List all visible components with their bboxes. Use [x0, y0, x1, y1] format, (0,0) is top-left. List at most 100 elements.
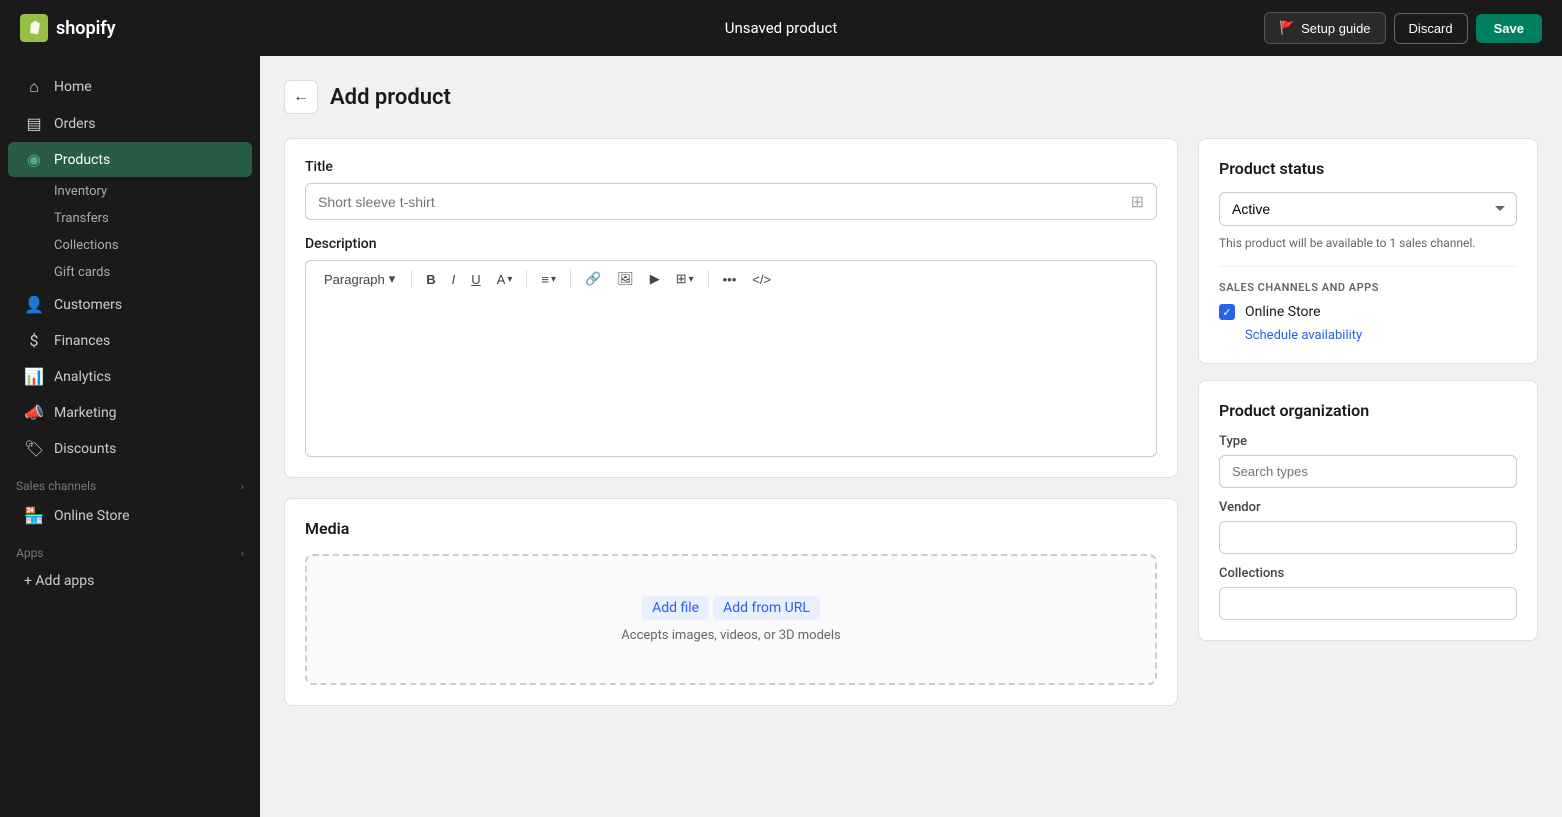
toolbar-sep-4: [708, 270, 709, 288]
sidebar-item-discounts[interactable]: 🏷 Discounts: [8, 431, 252, 466]
logo-text: shopify: [56, 18, 116, 39]
sidebar-item-home[interactable]: ⌂ Home: [8, 69, 252, 105]
product-organization-card: Product organization Type Vendor Collect…: [1198, 380, 1538, 641]
sidebar-item-collections[interactable]: Collections: [8, 232, 252, 259]
sidebar-label-home: Home: [54, 79, 92, 95]
media-dropzone[interactable]: Add file Add from URL Accepts images, vi…: [305, 554, 1157, 685]
topbar: shopify Unsaved product 🚩 Setup guide Di…: [0, 0, 1562, 56]
italic-button[interactable]: I: [446, 268, 462, 291]
online-store-checkbox[interactable]: ✓: [1219, 304, 1235, 320]
title-input-wrapper: ⊞: [305, 183, 1157, 220]
setup-guide-button[interactable]: 🚩 Setup guide: [1264, 12, 1386, 44]
toolbar-sep-1: [411, 270, 412, 288]
product-organization-title: Product organization: [1219, 401, 1517, 420]
description-editor-body[interactable]: [305, 297, 1157, 457]
table-chevron-icon: ▾: [689, 274, 694, 285]
collections-input[interactable]: [1219, 587, 1517, 620]
left-column: Title ⊞ Description Paragraph ▾ B I: [284, 138, 1178, 726]
editor-toolbar: Paragraph ▾ B I U A ▾ ≡: [305, 260, 1157, 297]
sales-channels-section: Sales channels ›: [0, 467, 260, 497]
type-input[interactable]: [1219, 455, 1517, 488]
analytics-icon: 📊: [24, 367, 44, 386]
status-select[interactable]: Active Draft: [1219, 192, 1517, 226]
divider-1: [1219, 266, 1517, 267]
sidebar-label-analytics: Analytics: [54, 369, 111, 385]
sales-channels-label: SALES CHANNELS AND APPS: [1219, 281, 1517, 294]
back-button[interactable]: ←: [284, 80, 318, 114]
dropdown-chevron-icon: ▾: [389, 271, 396, 287]
media-title: Media: [305, 519, 1157, 538]
sidebar-item-analytics[interactable]: 📊 Analytics: [8, 359, 252, 394]
vendor-label: Vendor: [1219, 500, 1517, 515]
sidebar-label-discounts: Discounts: [54, 441, 116, 457]
sidebar-item-orders[interactable]: ▤ Orders: [8, 106, 252, 141]
schedule-availability-link[interactable]: Schedule availability: [1245, 328, 1517, 343]
underline-button[interactable]: U: [465, 268, 486, 291]
discard-button[interactable]: Discard: [1394, 13, 1468, 44]
expand-icon: ⊞: [1131, 192, 1144, 211]
title-label: Title: [305, 159, 1157, 175]
toolbar-sep-2: [526, 270, 527, 288]
sidebar-item-transfers[interactable]: Transfers: [8, 205, 252, 232]
sidebar-label-online-store: Online Store: [54, 508, 130, 524]
sidebar-label-add-apps: + Add apps: [24, 573, 94, 589]
content-grid: Title ⊞ Description Paragraph ▾ B I: [284, 138, 1538, 726]
sidebar-item-add-apps[interactable]: + Add apps: [8, 565, 252, 597]
image-button[interactable]: 🖼: [611, 267, 640, 291]
text-color-button[interactable]: A ▾: [491, 268, 519, 291]
type-label: Type: [1219, 434, 1517, 449]
channel-row-online-store: ✓ Online Store: [1219, 304, 1517, 320]
page-title: Add product: [330, 85, 451, 110]
customers-icon: 👤: [24, 295, 44, 314]
sidebar-item-finances[interactable]: $ Finances: [8, 323, 252, 358]
home-icon: ⌂: [24, 77, 44, 97]
sidebar-item-customers[interactable]: 👤 Customers: [8, 287, 252, 322]
topbar-actions: 🚩 Setup guide Discard Save: [1264, 12, 1542, 44]
channel-name: Online Store: [1245, 304, 1321, 320]
page-unsaved-title: Unsaved product: [725, 19, 838, 37]
sidebar-item-marketing[interactable]: 📣 Marketing: [8, 395, 252, 430]
media-accepts-text: Accepts images, videos, or 3D models: [327, 628, 1135, 643]
link-button[interactable]: 🔗: [579, 267, 607, 291]
sidebar-item-products[interactable]: ◉ Products: [8, 142, 252, 177]
align-chevron-icon: ▾: [551, 274, 556, 285]
description-label: Description: [305, 236, 1157, 252]
apps-chevron-icon: ›: [241, 547, 244, 560]
vendor-input[interactable]: [1219, 521, 1517, 554]
title-input[interactable]: [318, 194, 1131, 210]
align-button[interactable]: ≡ ▾: [535, 268, 562, 291]
online-store-icon: 🏪: [24, 506, 44, 525]
table-button[interactable]: ⊞ ▾: [670, 267, 700, 291]
collections-label: Collections: [1219, 566, 1517, 581]
apps-section: Apps ›: [0, 534, 260, 564]
sidebar-item-online-store[interactable]: 🏪 Online Store: [8, 498, 252, 533]
code-button[interactable]: </>: [746, 268, 777, 291]
products-icon: ◉: [24, 150, 44, 169]
finances-icon: $: [24, 331, 44, 350]
sidebar-label-customers: Customers: [54, 297, 122, 313]
bold-button[interactable]: B: [420, 268, 441, 291]
flag-icon: 🚩: [1279, 20, 1295, 36]
sidebar-item-gift-cards[interactable]: Gift cards: [8, 259, 252, 286]
sidebar-label-marketing: Marketing: [54, 405, 117, 421]
status-description: This product will be available to 1 sale…: [1219, 234, 1517, 252]
sidebar: ⌂ Home ▤ Orders ◉ Products Inventory Tra…: [0, 56, 260, 817]
media-card: Media Add file Add from URL Accepts imag…: [284, 498, 1178, 706]
discounts-icon: 🏷: [24, 439, 44, 458]
add-from-url-link[interactable]: Add from URL: [713, 596, 820, 620]
orders-icon: ▤: [24, 114, 44, 133]
sidebar-label-products: Products: [54, 152, 110, 168]
sidebar-label-orders: Orders: [54, 116, 96, 132]
main-content: ← Add product Title ⊞ Description Paragr…: [260, 56, 1562, 817]
save-button[interactable]: Save: [1476, 14, 1542, 43]
video-button[interactable]: ▶: [644, 267, 666, 291]
layout: ⌂ Home ▤ Orders ◉ Products Inventory Tra…: [0, 56, 1562, 817]
add-file-link[interactable]: Add file: [642, 596, 709, 620]
right-column: Product status Active Draft This product…: [1198, 138, 1538, 657]
product-status-card: Product status Active Draft This product…: [1198, 138, 1538, 364]
more-button[interactable]: •••: [717, 268, 743, 291]
paragraph-dropdown[interactable]: Paragraph ▾: [316, 267, 403, 291]
text-color-chevron-icon: ▾: [507, 274, 512, 285]
product-status-title: Product status: [1219, 159, 1517, 178]
sidebar-item-inventory[interactable]: Inventory: [8, 178, 252, 205]
